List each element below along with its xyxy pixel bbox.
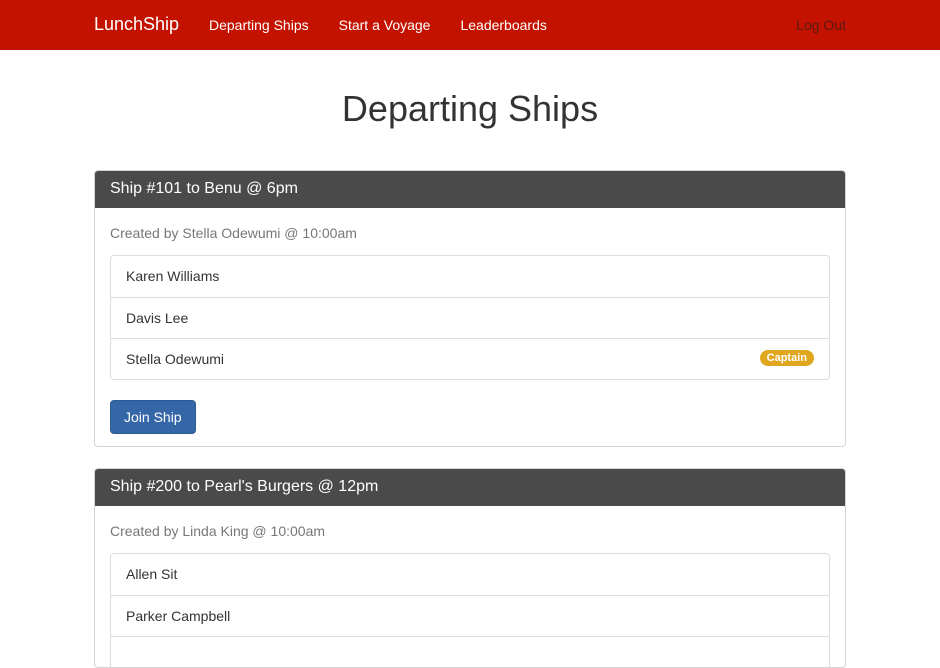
crew-list: Karen Williams Davis Lee Stella Odewumi … — [110, 255, 830, 380]
top-navbar: LunchShip Departing Ships Start a Voyage… — [0, 0, 940, 50]
crew-member: Davis Lee — [111, 297, 829, 338]
crew-name: Karen Williams — [126, 268, 220, 284]
ship-body: Created by Stella Odewumi @ 10:00am Kare… — [95, 208, 845, 446]
crew-name: Stella Odewumi — [126, 351, 225, 367]
join-ship-button[interactable]: Join Ship — [110, 400, 196, 434]
crew-member: Karen Williams — [111, 256, 829, 297]
created-by-text: Created by Linda King @ 10:00am — [110, 523, 326, 539]
crew-member: Allen Sit — [111, 554, 829, 595]
ship-body: Created by Linda King @ 10:00am Allen Si… — [95, 506, 845, 667]
ship-panel: Ship #200 to Pearl's Burgers @ 12pm Crea… — [94, 468, 846, 668]
nav-start-voyage[interactable]: Start a Voyage — [339, 17, 431, 33]
ship-heading: Ship #200 to Pearl's Burgers @ 12pm — [95, 469, 845, 506]
brand-link[interactable]: LunchShip — [94, 14, 179, 35]
crew-member: Stella Odewumi Captain — [111, 338, 829, 379]
ship-panel: Ship #101 to Benu @ 6pm Created by Stell… — [94, 170, 846, 447]
crew-name: Allen Sit — [126, 566, 178, 582]
captain-badge: Captain — [759, 350, 814, 366]
created-by-text: Created by Stella Odewumi @ 10:00am — [110, 225, 357, 241]
crew-name: Davis Lee — [126, 310, 189, 326]
nav-links: Departing Ships Start a Voyage Leaderboa… — [209, 17, 577, 33]
nav-leaderboards[interactable]: Leaderboards — [460, 17, 546, 33]
crew-member: Parker Campbell — [111, 595, 829, 636]
crew-list: Allen Sit Parker Campbell — [110, 553, 830, 667]
crew-member — [111, 636, 829, 667]
crew-name: Parker Campbell — [126, 608, 231, 624]
logout-link[interactable]: Log Out — [796, 17, 846, 33]
nav-departing-ships[interactable]: Departing Ships — [209, 17, 309, 33]
page-title: Departing Ships — [341, 88, 599, 129]
ship-heading: Ship #101 to Benu @ 6pm — [95, 171, 845, 208]
